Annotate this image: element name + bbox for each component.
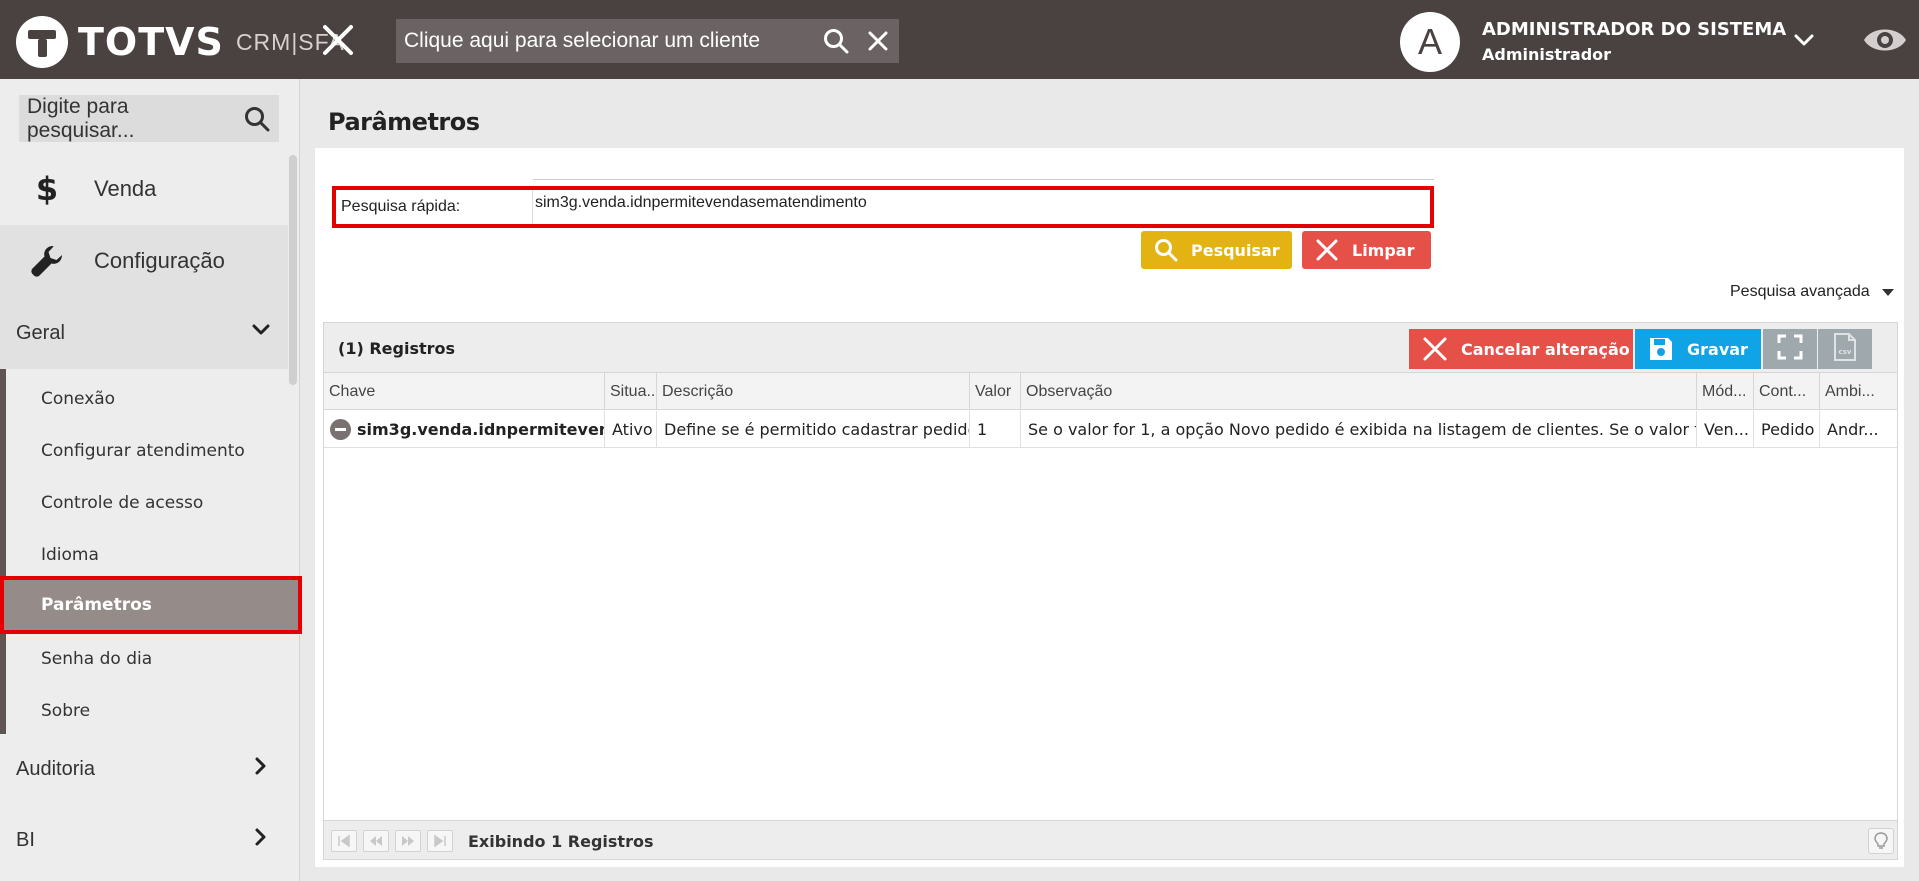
sidebar-scrollbar[interactable] <box>289 155 297 385</box>
avatar[interactable]: A <box>1400 12 1460 72</box>
export-csv-button[interactable]: csv <box>1818 329 1872 369</box>
quick-search-input[interactable]: sim3g.venda.idnpermitevendasematendiment… <box>533 190 1430 224</box>
search-button-label: Pesquisar <box>1191 240 1280 260</box>
totvs-logo[interactable]: TOTVS CRM|SFA <box>16 16 345 68</box>
search-button[interactable]: Pesquisar <box>1141 231 1292 269</box>
eye-icon[interactable] <box>1862 22 1908 58</box>
sidebar-group-geral[interactable]: Geral <box>0 297 288 369</box>
sidebar-item-auditoria[interactable]: Auditoria <box>0 734 288 804</box>
cell-contexto[interactable]: Pedido <box>1754 411 1820 448</box>
sidebar-item-bi[interactable]: BI <box>0 805 288 875</box>
sidebar-item-venda[interactable]: $ Venda <box>0 153 288 225</box>
sidebar-submenu: Conexão Configurar atendimento Controle … <box>0 369 302 737</box>
remove-icon[interactable] <box>330 419 351 440</box>
sidebar: Digite para pesquisar... $ Venda Configu… <box>0 79 302 881</box>
grid-footer: Exibindo 1 Registros <box>324 820 1897 859</box>
cell-modulo[interactable]: Ven... <box>1697 411 1754 448</box>
column-header-modulo[interactable]: Mód... <box>1697 373 1754 410</box>
chevron-right-icon <box>250 826 272 854</box>
cancel-changes-button[interactable]: Cancelar alteração <box>1409 329 1633 369</box>
caret-down-icon <box>1881 288 1894 296</box>
close-menu-icon[interactable] <box>320 22 356 58</box>
column-header-contexto[interactable]: Cont... <box>1754 373 1820 410</box>
clear-button[interactable]: Limpar <box>1302 231 1431 269</box>
cell-ambiente[interactable]: Andr... <box>1820 411 1897 448</box>
clear-button-label: Limpar <box>1352 240 1415 260</box>
search-icon[interactable] <box>815 19 857 63</box>
cell-chave[interactable]: sim3g.venda.idnpermitevendasematendiment… <box>324 411 605 448</box>
next-page-button[interactable] <box>395 830 421 852</box>
client-selector[interactable]: Clique aqui para selecionar um cliente <box>396 19 899 63</box>
sidebar-search[interactable]: Digite para pesquisar... <box>19 95 279 142</box>
advanced-search-label: Pesquisa avançada <box>1730 283 1870 300</box>
search-icon[interactable] <box>235 106 279 132</box>
totvs-logo-icon <box>16 16 68 68</box>
sidebar-item-controle-de-acesso[interactable]: Controle de acesso <box>6 477 288 529</box>
chevron-down-icon <box>250 319 272 347</box>
save-button-label: Gravar <box>1687 339 1748 359</box>
quick-search-label: Pesquisa rápida: <box>336 190 533 224</box>
column-header-ambiente[interactable]: Ambi... <box>1820 373 1897 410</box>
sidebar-item-label: Auditoria <box>16 757 95 780</box>
first-page-button[interactable] <box>331 830 357 852</box>
csv-file-icon: csv <box>1832 333 1858 365</box>
dollar-icon: $ <box>0 172 94 206</box>
sidebar-item-label: BI <box>16 828 35 851</box>
brand-name: TOTVS <box>78 20 224 64</box>
last-page-button[interactable] <box>427 830 453 852</box>
grid-header: (1) Registros Cancelar alteração Gravar … <box>324 323 1897 373</box>
save-button[interactable]: Gravar <box>1635 329 1761 369</box>
cell-valor[interactable]: 1 <box>970 411 1021 448</box>
fullscreen-button[interactable] <box>1763 329 1817 369</box>
cancel-changes-label: Cancelar alteração <box>1461 339 1630 359</box>
fullscreen-icon <box>1777 334 1803 364</box>
sidebar-item-conexao[interactable]: Conexão <box>6 373 288 425</box>
floppy-disk-icon <box>1635 336 1687 362</box>
grid-column-headers: Chave Situa... Descrição Valor Observaçã… <box>324 373 1897 410</box>
cell-observacao[interactable]: Se o valor for 1, a opção Novo pedido é … <box>1021 411 1697 448</box>
top-bar: TOTVS CRM|SFA Clique aqui para seleciona… <box>0 0 1919 79</box>
quick-search: Pesquisa rápida: sim3g.venda.idnpermitev… <box>332 186 1434 228</box>
advanced-search-toggle[interactable]: Pesquisa avançada <box>1730 283 1894 301</box>
column-header-observacao[interactable]: Observação <box>1021 373 1697 410</box>
user-role: Administrador <box>1482 45 1612 64</box>
column-header-situacao[interactable]: Situa... <box>605 373 657 410</box>
record-count: (1) Registros <box>338 339 456 358</box>
sidebar-search-input[interactable]: Digite para pesquisar... <box>19 95 235 143</box>
cell-situacao[interactable]: Ativo <box>605 411 657 448</box>
svg-text:csv: csv <box>1839 348 1852 356</box>
column-header-valor[interactable]: Valor <box>970 373 1021 410</box>
sidebar-item-configurar-atendimento[interactable]: Configurar atendimento <box>6 425 288 477</box>
user-name[interactable]: ADMINISTRADOR DO SISTEMA <box>1482 19 1786 40</box>
close-icon <box>1302 238 1352 262</box>
table-row[interactable]: sim3g.venda.idnpermitevendasematendiment… <box>324 411 1897 448</box>
sidebar-item-configuracao[interactable]: Configuração <box>0 225 288 297</box>
column-header-chave[interactable]: Chave <box>324 373 605 410</box>
records-displayed-text: Exibindo 1 Registros <box>468 832 654 851</box>
page-title: Parâmetros <box>328 108 480 136</box>
clear-client-icon[interactable] <box>857 19 899 63</box>
svg-text:$: $ <box>36 172 58 206</box>
sidebar-group-label: Geral <box>16 321 65 344</box>
search-icon <box>1141 238 1191 262</box>
sidebar-item-idioma[interactable]: Idioma <box>6 529 288 581</box>
sidebar-item-parametros[interactable]: Parâmetros <box>0 576 302 634</box>
close-icon <box>1409 336 1461 362</box>
client-selector-placeholder[interactable]: Clique aqui para selecionar um cliente <box>396 29 815 53</box>
cell-descricao[interactable]: Define se é permitido cadastrar pedido..… <box>657 411 970 448</box>
sidebar-item-sobre[interactable]: Sobre <box>6 685 288 737</box>
chevron-down-icon[interactable] <box>1792 28 1816 52</box>
previous-page-button[interactable] <box>363 830 389 852</box>
column-header-descricao[interactable]: Descrição <box>657 373 970 410</box>
sidebar-item-senha-do-dia[interactable]: Senha do dia <box>6 633 288 685</box>
wrench-icon <box>0 243 94 279</box>
chevron-right-icon <box>250 755 272 783</box>
lightbulb-icon[interactable] <box>1868 828 1894 854</box>
divider <box>533 179 1434 180</box>
sidebar-item-label: Venda <box>94 176 157 201</box>
cell-chave-text: sim3g.venda.idnpermitevendasematendiment… <box>357 420 604 439</box>
sidebar-item-label: Configuração <box>94 248 225 273</box>
records-grid: (1) Registros Cancelar alteração Gravar … <box>323 322 1898 860</box>
